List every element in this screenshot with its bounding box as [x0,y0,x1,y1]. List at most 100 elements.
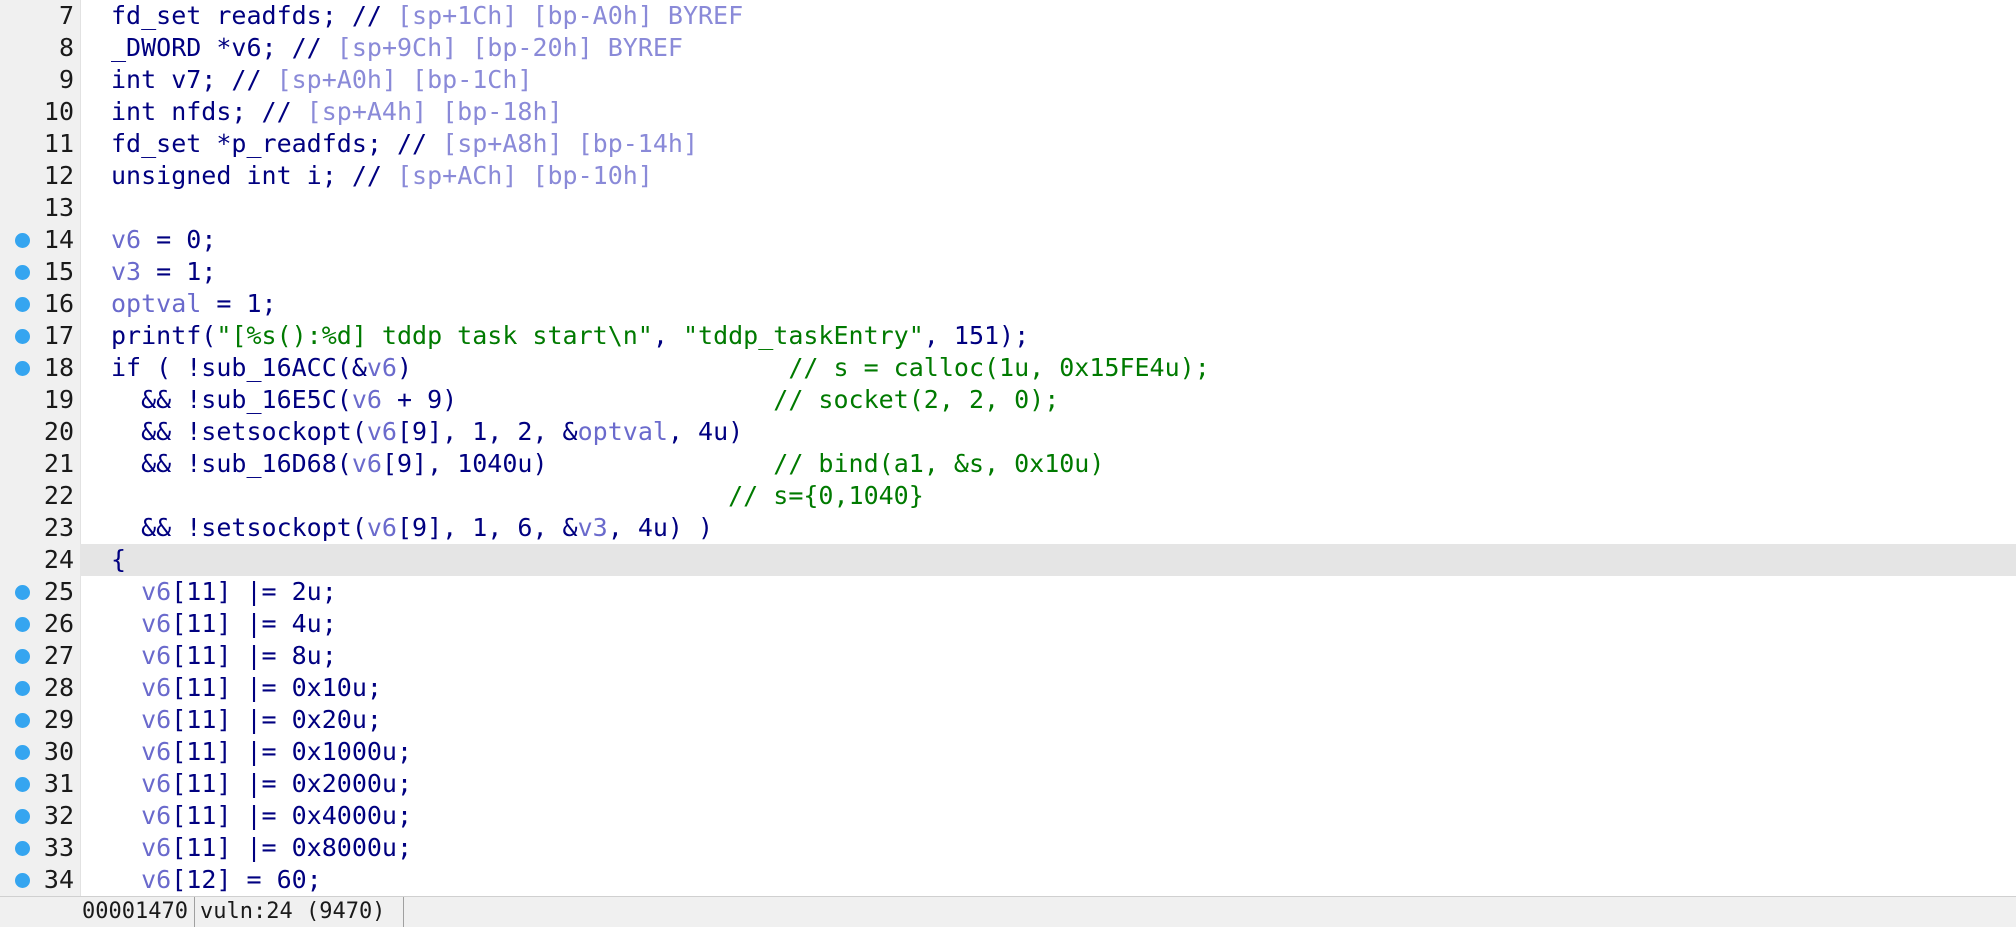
breakpoint-dot-icon[interactable] [15,713,30,728]
code-token: = 0; [141,225,217,254]
breakpoint-dot-icon[interactable] [15,873,30,888]
code-token: v6 [141,833,172,862]
code-token: = 1; [141,257,217,286]
code-line[interactable]: 23 && !setsockopt(v6[9], 1, 6, &v3, 4u) … [0,512,2016,544]
code-text[interactable]: fd_set *p_readfds; // [sp+A8h] [bp-14h] [80,128,2016,160]
code-line[interactable]: 18 if ( !sub_16ACC(&v6) // s = calloc(1u,… [0,352,2016,384]
code-text[interactable]: && !setsockopt(v6[9], 1, 2, &optval, 4u) [80,416,2016,448]
code-text[interactable]: { [80,544,2016,576]
code-text[interactable]: printf("[%s():%d] tddp task start\n", "t… [80,320,2016,352]
code-text[interactable]: v3 = 1; [80,256,2016,288]
code-line[interactable]: 34 v6[12] = 60; [0,864,2016,896]
code-text[interactable]: v6 = 0; [80,224,2016,256]
code-token: [11] |= 0x20u; [171,705,382,734]
code-text[interactable]: optval = 1; [80,288,2016,320]
code-text[interactable]: _DWORD *v6; // [sp+9Ch] [bp-20h] BYREF [80,32,2016,64]
code-line[interactable]: 12 unsigned int i; // [sp+ACh] [bp-10h] [0,160,2016,192]
line-number: 24 [43,545,74,574]
code-token: = 1; [201,289,277,318]
code-text[interactable]: v6[11] |= 8u; [80,640,2016,672]
code-line[interactable]: 8 _DWORD *v6; // [sp+9Ch] [bp-20h] BYREF [0,32,2016,64]
code-line[interactable]: 22 // s={0,1040} [0,480,2016,512]
code-text[interactable]: v6[12] = 60; [80,864,2016,896]
breakpoint-dot-icon[interactable] [15,585,30,600]
code-line[interactable]: 32 v6[11] |= 0x4000u; [0,800,2016,832]
code-text[interactable]: v6[11] |= 0x8000u; [80,832,2016,864]
code-text[interactable]: v6[11] |= 4u; [80,608,2016,640]
code-token: v6 [231,33,262,62]
code-text[interactable]: int v7; // [sp+A0h] [bp-1Ch] [80,64,2016,96]
code-token: v6 [141,609,172,638]
code-line[interactable]: 7 fd_set readfds; // [sp+1Ch] [bp-A0h] BY… [0,0,2016,32]
breakpoint-dot-icon[interactable] [15,777,30,792]
code-text[interactable]: fd_set readfds; // [sp+1Ch] [bp-A0h] BYR… [80,0,2016,32]
breakpoint-dot-icon[interactable] [15,233,30,248]
line-number: 11 [43,129,74,158]
code-text[interactable]: if ( !sub_16ACC(&v6) // s = calloc(1u, 0… [80,352,2016,384]
code-text[interactable]: && !setsockopt(v6[9], 1, 6, &v3, 4u) ) [80,512,2016,544]
code-line[interactable]: 28 v6[11] |= 0x10u; [0,672,2016,704]
breakpoint-dot-icon[interactable] [15,617,30,632]
code-token: optval [577,417,668,446]
code-token: if ( !sub_16ACC(& [111,353,367,382]
code-text[interactable]: v6[11] |= 0x4000u; [80,800,2016,832]
code-line[interactable]: 27 v6[11] |= 8u; [0,640,2016,672]
breakpoint-dot-icon[interactable] [15,649,30,664]
code-line[interactable]: 33 v6[11] |= 0x8000u; [0,832,2016,864]
code-text[interactable]: v6[11] |= 0x20u; [80,704,2016,736]
code-token: v3 [577,513,608,542]
code-line[interactable]: 10 int nfds; // [sp+A4h] [bp-18h] [0,96,2016,128]
line-number: 34 [43,865,74,894]
line-number: 26 [43,609,74,638]
code-line[interactable]: 20 && !setsockopt(v6[9], 1, 2, &optval, … [0,416,2016,448]
breakpoint-dot-icon[interactable] [15,681,30,696]
code-token: printf( [111,321,217,350]
pseudocode-editor[interactable]: 7 fd_set readfds; // [sp+1Ch] [bp-A0h] BY… [0,0,2016,896]
code-text[interactable]: && !sub_16D68(v6[9], 1040u) // bind(a1, … [80,448,2016,480]
code-line[interactable]: 13 [0,192,2016,224]
code-line[interactable]: 25 v6[11] |= 2u; [0,576,2016,608]
code-text[interactable]: v6[11] |= 2u; [80,576,2016,608]
line-number: 15 [43,257,74,286]
breakpoint-dot-icon[interactable] [15,841,30,856]
code-text[interactable]: v6[11] |= 0x2000u; [80,768,2016,800]
breakpoint-dot-icon[interactable] [15,809,30,824]
code-token: fd_set *p_readfds; // [111,129,443,158]
code-token: "[%s():%d] tddp task start\n" [216,321,653,350]
code-line[interactable]: 29 v6[11] |= 0x20u; [0,704,2016,736]
code-text[interactable]: unsigned int i; // [sp+ACh] [bp-10h] [80,160,2016,192]
code-line[interactable]: 15 v3 = 1; [0,256,2016,288]
line-number: 27 [43,641,74,670]
code-token: ; // [261,33,337,62]
breakpoint-dot-icon[interactable] [15,265,30,280]
code-line[interactable]: 14 v6 = 0; [0,224,2016,256]
code-line[interactable]: 19 && !sub_16E5C(v6 + 9) // socket(2, 2,… [0,384,2016,416]
code-token: v6 [366,417,397,446]
code-line[interactable]: 11 fd_set *p_readfds; // [sp+A8h] [bp-14h… [0,128,2016,160]
code-line[interactable]: 17 printf("[%s():%d] tddp task start\n", … [0,320,2016,352]
code-text[interactable]: // s={0,1040} [80,480,2016,512]
code-token: v6 [366,513,397,542]
code-token: [9], 1040u) [381,449,774,478]
code-text[interactable]: v6[11] |= 0x10u; [80,672,2016,704]
breakpoint-dot-icon[interactable] [15,745,30,760]
code-line[interactable]: 30 v6[11] |= 0x1000u; [0,736,2016,768]
code-line[interactable]: 21 && !sub_16D68(v6[9], 1040u) // bind(a… [0,448,2016,480]
code-line[interactable]: 31 v6[11] |= 0x2000u; [0,768,2016,800]
breakpoint-dot-icon[interactable] [15,361,30,376]
code-text[interactable]: && !sub_16E5C(v6 + 9) // socket(2, 2, 0)… [80,384,2016,416]
code-text[interactable]: int nfds; // [sp+A4h] [bp-18h] [80,96,2016,128]
breakpoint-dot-icon[interactable] [15,297,30,312]
code-token: [11] |= 0x4000u; [171,801,413,830]
code-text[interactable] [80,192,2016,224]
code-text[interactable]: v6[11] |= 0x1000u; [80,736,2016,768]
code-line[interactable]: 16 optval = 1; [0,288,2016,320]
code-line[interactable]: 24 { [0,544,2016,576]
code-line[interactable]: 26 v6[11] |= 4u; [0,608,2016,640]
code-token: // s = calloc(1u, 0x15FE4u); [788,353,1210,382]
code-line[interactable]: 9 int v7; // [sp+A0h] [bp-1Ch] [0,64,2016,96]
location-readout: vuln:24 (9470) [200,897,405,927]
breakpoint-dot-icon[interactable] [15,329,30,344]
line-number: 19 [43,385,74,414]
